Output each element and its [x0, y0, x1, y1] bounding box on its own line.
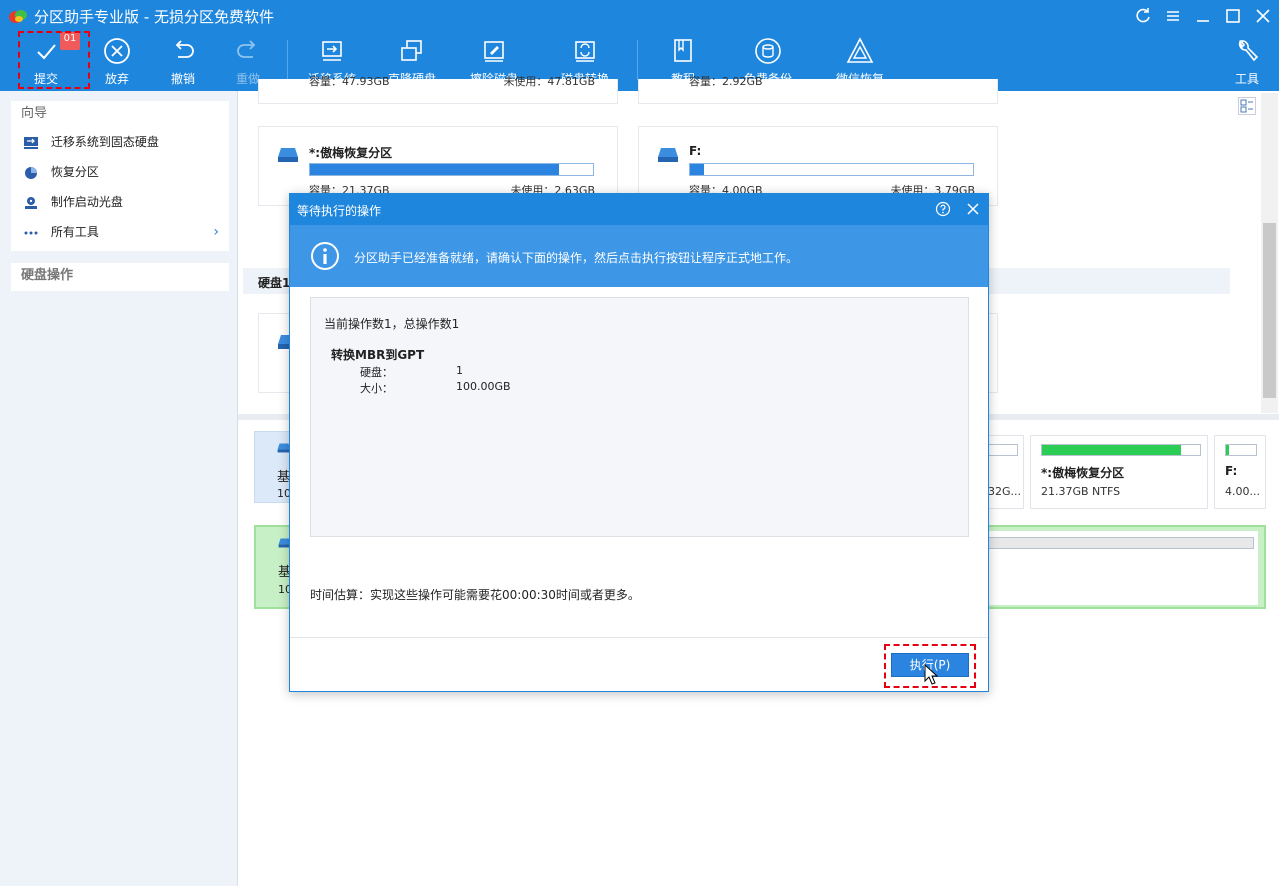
free-text: 未使用：47.81GB — [503, 75, 595, 88]
usage-bar — [1225, 444, 1257, 456]
dialog-header: 等待执行的操作 — [290, 194, 988, 225]
refresh-icon[interactable] — [1133, 6, 1153, 26]
sidebar-item-boot-disc[interactable]: 制作启动光盘 — [11, 187, 229, 217]
disk-convert-icon — [575, 41, 595, 62]
menu-icon[interactable] — [1163, 6, 1183, 26]
usage-bar — [1041, 444, 1201, 456]
close-window-icon[interactable] — [1253, 6, 1273, 26]
wizard-title: 向导 — [21, 106, 48, 121]
partition-name: *:傲梅恢复分区 — [309, 146, 393, 160]
capacity-text: 容量：2.92GB — [689, 75, 763, 88]
wizard-panel: 向导 迁移系统到固态硬盘 恢复分区 制作启动光盘 所有工具 › — [11, 101, 229, 251]
usage-bar — [988, 444, 1018, 456]
disk-map-row2-partition[interactable] — [988, 531, 1258, 605]
more-dots-icon — [24, 231, 38, 234]
redo-icon — [237, 40, 256, 58]
migrate-ssd-icon — [24, 136, 38, 149]
partition-card-top-left[interactable]: 容量：47.93GB 未使用：47.81GB — [258, 75, 618, 104]
usage-bar-fill — [690, 164, 705, 175]
dialog-info-banner: 分区助手已经准备就绪，请确认下面的操作，然后点击执行按钮让程序正式地工作。 — [290, 225, 988, 287]
minimize-icon[interactable] — [1193, 6, 1213, 26]
disk-map-partition-f[interactable]: F: 4.00... — [1214, 435, 1266, 509]
dialog-footer-divider — [290, 637, 988, 638]
discard-label: 放弃 — [104, 72, 129, 86]
submit-highlight-box — [18, 31, 90, 89]
mouse-cursor-icon — [924, 664, 939, 685]
migrate-disk-icon — [322, 41, 342, 61]
pending-operations-dialog: 等待执行的操作 分区助手已经准备就绪，请确认下面的操作，然后点击执行按钮让程序正… — [289, 193, 989, 692]
app-logo-icon — [9, 10, 27, 23]
disk-map-partition-hidden[interactable]: 32G... — [984, 435, 1024, 509]
dialog-title: 等待执行的操作 — [297, 204, 382, 218]
undo-label: 撤销 — [170, 72, 195, 86]
sidebar-item-recover-partition[interactable]: 恢复分区 — [11, 157, 229, 187]
clone-disk-icon — [401, 40, 422, 61]
sidebar-item-all-tools[interactable]: 所有工具 › — [11, 217, 229, 247]
wrench-icon — [1238, 39, 1259, 62]
discard-icon — [104, 38, 130, 64]
drive-icon — [278, 148, 298, 162]
usage-bar-fill — [310, 164, 560, 175]
scrollbar-thumb[interactable] — [1263, 223, 1276, 398]
top-bar: 分区助手专业版 - 无损分区免费软件 提交 01 放弃 撤销 重做 工具 — [0, 0, 1279, 91]
help-icon[interactable] — [935, 201, 951, 217]
disk-map-partition-recovery[interactable]: *:傲梅恢复分区 21.37GB NTFS — [1030, 435, 1208, 509]
op-detail-value: 100.00GB — [456, 380, 511, 393]
partition-card-top-right[interactable]: 容量：2.92GB — [638, 75, 998, 104]
chevron-right-icon: › — [213, 224, 219, 240]
operation-title: 转换MBR到GPT — [331, 348, 425, 362]
disk-ops-panel: 硬盘操作 — [11, 263, 229, 291]
pie-chart-icon — [25, 166, 37, 179]
op-detail-key: 大小： — [360, 382, 393, 395]
wipe-disk-icon — [484, 41, 504, 62]
partition-info: 32G... — [988, 485, 1022, 498]
tools-button[interactable]: 工具 — [1211, 36, 1279, 88]
partition-name: *:傲梅恢复分区 — [1041, 466, 1125, 480]
sidebar-item-label: 迁移系统到固态硬盘 — [50, 135, 159, 149]
title-bar: 分区助手专业版 - 无损分区免费软件 — [0, 0, 1279, 32]
usage-bar — [309, 163, 594, 176]
capacity-text: 容量：47.93GB — [309, 75, 390, 88]
op-detail-key: 硬盘： — [360, 366, 393, 379]
operation-count: 当前操作数1，总操作数1 — [324, 317, 460, 331]
book-icon — [674, 39, 692, 62]
partition-name: F: — [689, 144, 702, 158]
tools-label: 工具 — [1234, 72, 1259, 86]
drive-icon — [658, 148, 678, 162]
operations-list: 当前操作数1，总操作数1 转换MBR到GPT 硬盘： 1 大小： 100.00G… — [310, 297, 969, 537]
wechat-recovery-icon — [846, 37, 874, 63]
sidebar-item-label: 所有工具 — [50, 225, 99, 239]
usage-bar — [689, 163, 974, 176]
op-detail-value: 1 — [456, 364, 463, 377]
info-icon — [311, 242, 339, 270]
undo-icon — [175, 40, 194, 58]
sidebar-item-label: 制作启动光盘 — [50, 195, 123, 209]
sidebar: 向导 迁移系统到固态硬盘 恢复分区 制作启动光盘 所有工具 › 硬盘操作 — [0, 91, 238, 886]
undo-button[interactable]: 撤销 — [147, 36, 219, 88]
view-toggle-button[interactable] — [1238, 97, 1256, 115]
partition-name: F: — [1225, 464, 1238, 478]
usage-bar-fill — [1226, 445, 1229, 455]
disk-label: 硬盘1 — [258, 276, 291, 290]
toolbar-separator — [287, 40, 288, 80]
banner-text: 分区助手已经准备就绪，请确认下面的操作，然后点击执行按钮让程序正式地工作。 — [354, 251, 799, 265]
backup-icon — [755, 38, 781, 64]
usage-bar — [988, 537, 1254, 549]
disk-ops-title: 硬盘操作 — [21, 268, 74, 283]
maximize-icon[interactable] — [1223, 6, 1243, 26]
toolbar-separator — [637, 40, 638, 80]
window-title: 分区助手专业版 - 无损分区免费软件 — [34, 8, 274, 26]
sidebar-item-migrate-ssd[interactable]: 迁移系统到固态硬盘 — [11, 127, 229, 157]
sidebar-item-label: 恢复分区 — [50, 165, 99, 179]
usage-bar-fill — [1042, 445, 1182, 455]
discard-button[interactable]: 放弃 — [81, 36, 153, 88]
boot-disc-icon — [25, 196, 37, 209]
list-view-icon — [1240, 99, 1253, 113]
partition-info: 21.37GB NTFS — [1041, 485, 1121, 498]
time-estimate: 时间估算：实现这些操作可能需要花00:00:30时间或者更多。 — [310, 588, 640, 602]
close-icon[interactable] — [964, 200, 982, 218]
disk-map-row1-basic[interactable]: 基 10 — [254, 431, 294, 503]
vertical-scrollbar[interactable] — [1261, 93, 1278, 413]
partition-info: 4.00... — [1225, 485, 1260, 498]
